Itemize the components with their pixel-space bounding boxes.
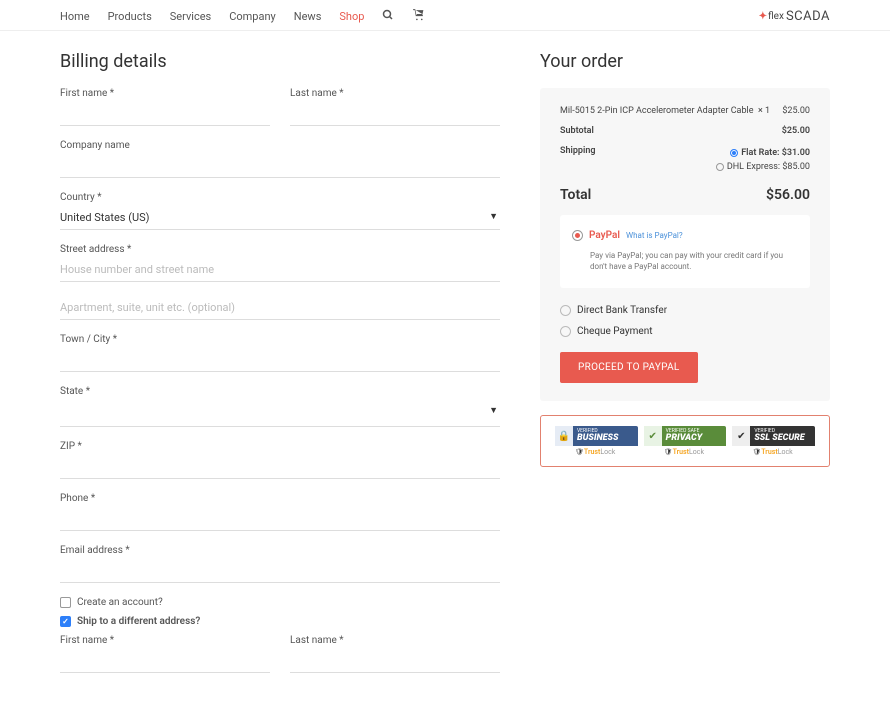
phone-label: Phone * <box>60 493 500 504</box>
search-icon[interactable] <box>382 9 394 24</box>
order-heading: Your order <box>540 51 830 72</box>
ship-last-name-input[interactable] <box>290 649 500 673</box>
chevron-down-icon: ▼ <box>489 405 498 416</box>
street-input[interactable] <box>60 258 500 282</box>
phone-input[interactable] <box>60 507 500 531</box>
payment-bank[interactable]: Direct Bank Transfer <box>560 300 810 321</box>
first-name-label: First name * <box>60 88 270 99</box>
subtotal-value: $25.00 <box>782 126 810 136</box>
checkbox-icon <box>60 597 71 608</box>
zip-label: ZIP * <box>60 441 500 452</box>
total-label: Total <box>560 187 591 203</box>
town-input[interactable] <box>60 348 500 372</box>
ship-first-name-input[interactable] <box>60 649 270 673</box>
paypal-description: Pay via PayPal; you can pay with your cr… <box>572 246 798 278</box>
last-name-label: Last name * <box>290 88 500 99</box>
proceed-button[interactable]: PROCEED TO PAYPAL <box>560 352 698 383</box>
nav-products[interactable]: Products <box>108 10 152 23</box>
checkmark-icon: ✔ <box>648 431 656 442</box>
email-input[interactable] <box>60 559 500 583</box>
badge-privacy: ✔ VERIFIED SAFEPRIVACY 🛡TrustLock <box>644 426 727 456</box>
billing-form: Billing details First name * Last name *… <box>60 51 500 687</box>
radio-icon <box>716 163 724 171</box>
checkmark-icon: ✔ <box>737 431 745 442</box>
shield-icon: 🛡 <box>664 448 673 456</box>
payment-methods: PayPal What is PayPal? Pay via PayPal; y… <box>560 215 810 288</box>
brand-logo[interactable]: ✦ flexSCADA <box>759 9 830 24</box>
town-label: Town / City * <box>60 334 500 345</box>
lock-icon: 🔒 <box>558 431 570 442</box>
country-select[interactable]: United States (US) ▼ <box>60 206 500 230</box>
shield-icon: 🛡 <box>752 448 761 456</box>
order-summary: Mil-5015 2-Pin ICP Accelerometer Adapter… <box>540 88 830 401</box>
shipping-label: Shipping <box>560 146 595 175</box>
street2-input[interactable] <box>60 296 500 320</box>
checkbox-checked-icon: ✓ <box>60 616 71 627</box>
nav-shop[interactable]: Shop <box>339 10 364 23</box>
nav-services[interactable]: Services <box>170 10 211 23</box>
nav-home[interactable]: Home <box>60 10 90 23</box>
country-label: Country * <box>60 192 500 203</box>
subtotal-label: Subtotal <box>560 126 594 136</box>
badge-ssl: ✔ VERIFIEDSSL SECURE 🛡TrustLock <box>732 426 815 456</box>
payment-paypal[interactable]: PayPal What is PayPal? <box>572 225 798 246</box>
street-label: Street address * <box>60 244 500 255</box>
order-item-name: Mil-5015 2-Pin ICP Accelerometer Adapter… <box>560 106 770 116</box>
payment-cheque[interactable]: Cheque Payment <box>560 321 810 342</box>
logo-mark-icon: ✦ <box>759 11 766 22</box>
top-navbar: Home Products Services Company News Shop… <box>0 0 890 31</box>
email-label: Email address * <box>60 545 500 556</box>
badge-business: 🔒 VERIFIEDBUSINESS 🛡TrustLock <box>555 426 638 456</box>
company-input[interactable] <box>60 154 500 178</box>
state-select[interactable]: ▼ <box>60 400 500 427</box>
shield-icon: 🛡 <box>575 448 584 456</box>
ship-first-name-label: First name * <box>60 635 270 646</box>
trust-badges: 🔒 VERIFIEDBUSINESS 🛡TrustLock ✔ VERIFIED… <box>540 415 830 467</box>
radio-icon <box>560 305 571 316</box>
ship-different-checkbox[interactable]: ✓ Ship to a different address? <box>60 616 500 627</box>
total-value: $56.00 <box>766 187 810 203</box>
paypal-whatis-link[interactable]: What is PayPal? <box>626 231 683 240</box>
radio-icon <box>560 326 571 337</box>
shipping-opt-flat[interactable]: Flat Rate: $31.00 <box>716 146 810 160</box>
radio-selected-icon <box>572 230 583 241</box>
nav-company[interactable]: Company <box>229 10 276 23</box>
create-account-checkbox[interactable]: Create an account? <box>60 597 500 608</box>
zip-input[interactable] <box>60 455 500 479</box>
ship-last-name-label: Last name * <box>290 635 500 646</box>
chevron-down-icon: ▼ <box>489 211 498 222</box>
last-name-input[interactable] <box>290 102 500 126</box>
cart-icon[interactable] <box>412 8 425 24</box>
company-label: Company name <box>60 140 500 151</box>
nav-news[interactable]: News <box>294 10 322 23</box>
state-label: State * <box>60 386 500 397</box>
shipping-opt-dhl[interactable]: DHL Express: $85.00 <box>716 160 810 174</box>
first-name-input[interactable] <box>60 102 270 126</box>
nav-links: Home Products Services Company News Shop <box>60 8 425 24</box>
order-item-price: $25.00 <box>782 106 810 116</box>
billing-heading: Billing details <box>60 51 500 72</box>
radio-selected-icon <box>730 149 738 157</box>
